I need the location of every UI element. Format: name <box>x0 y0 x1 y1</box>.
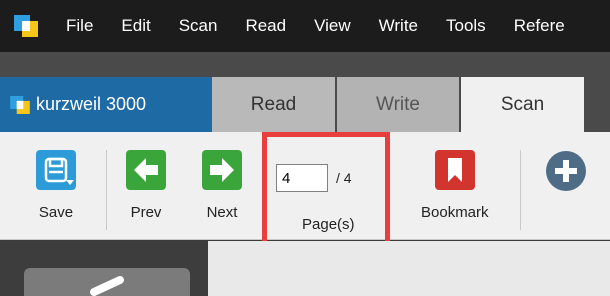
tab-scan[interactable]: Scan <box>461 77 584 132</box>
menu-reference[interactable]: Refere <box>500 0 579 52</box>
menu-read[interactable]: Read <box>231 0 300 52</box>
menu-write[interactable]: Write <box>365 0 432 52</box>
bookmark-button[interactable]: Bookmark <box>421 150 489 221</box>
arrow-left-icon <box>126 150 166 190</box>
tab-write[interactable]: Write <box>337 77 459 132</box>
toolbar-divider <box>520 150 521 230</box>
document-view[interactable] <box>208 241 610 296</box>
add-button[interactable] <box>545 150 586 191</box>
brand-tab: kurzweil 3000 <box>0 77 212 132</box>
menu-tools[interactable]: Tools <box>432 0 500 52</box>
prev-button[interactable]: Prev <box>126 150 166 221</box>
menu-edit[interactable]: Edit <box>107 0 164 52</box>
toolbar-divider <box>106 150 107 230</box>
kurzweil-logo-icon <box>10 95 30 114</box>
menu-file[interactable]: File <box>46 0 107 52</box>
save-button[interactable]: Save <box>36 150 76 221</box>
prev-label: Prev <box>130 204 162 221</box>
menu-view[interactable]: View <box>300 0 365 52</box>
bookmark-label: Bookmark <box>421 204 489 221</box>
tab-strip: kurzweil 3000 Read Write Scan <box>0 52 610 132</box>
menu-scan[interactable]: Scan <box>165 0 232 52</box>
highlight-box <box>262 132 390 250</box>
menu-bar: File Edit Scan Read View Write Tools Ref… <box>0 0 610 52</box>
plus-circle-icon <box>545 150 586 191</box>
next-label: Next <box>206 204 238 221</box>
next-button[interactable]: Next <box>202 150 242 221</box>
brand-name: kurzweil 3000 <box>36 94 147 114</box>
kurzweil-logo-icon[interactable] <box>14 15 38 37</box>
tab-read[interactable]: Read <box>212 77 335 132</box>
save-label: Save <box>38 204 74 221</box>
bookmark-icon <box>434 150 475 190</box>
floppy-disk-icon <box>36 150 76 190</box>
arrow-right-icon <box>202 150 242 190</box>
page-thumbnail[interactable] <box>24 268 190 296</box>
